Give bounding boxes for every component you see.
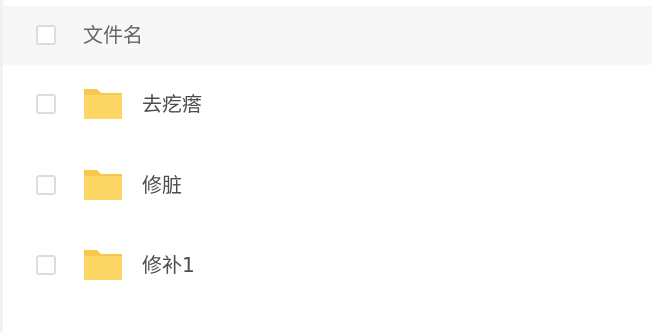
file-row[interactable]: 去疙瘩: [3, 65, 652, 145]
file-row[interactable]: 修脏: [3, 146, 652, 226]
file-list-header: 文件名: [3, 6, 652, 65]
select-all-checkbox[interactable]: [36, 25, 56, 45]
folder-icon: [84, 89, 122, 119]
folder-icon: [84, 170, 122, 200]
filename-column-header: 文件名: [83, 23, 143, 47]
row-checkbox[interactable]: [36, 94, 56, 114]
file-name-link[interactable]: 去疙瘩: [142, 91, 202, 117]
row-checkbox[interactable]: [36, 255, 56, 275]
file-name-link[interactable]: 修补1: [142, 252, 195, 278]
file-row[interactable]: 修补1: [3, 226, 652, 306]
row-checkbox[interactable]: [36, 175, 56, 195]
file-name-link[interactable]: 修脏: [142, 172, 182, 198]
folder-icon: [84, 250, 122, 280]
